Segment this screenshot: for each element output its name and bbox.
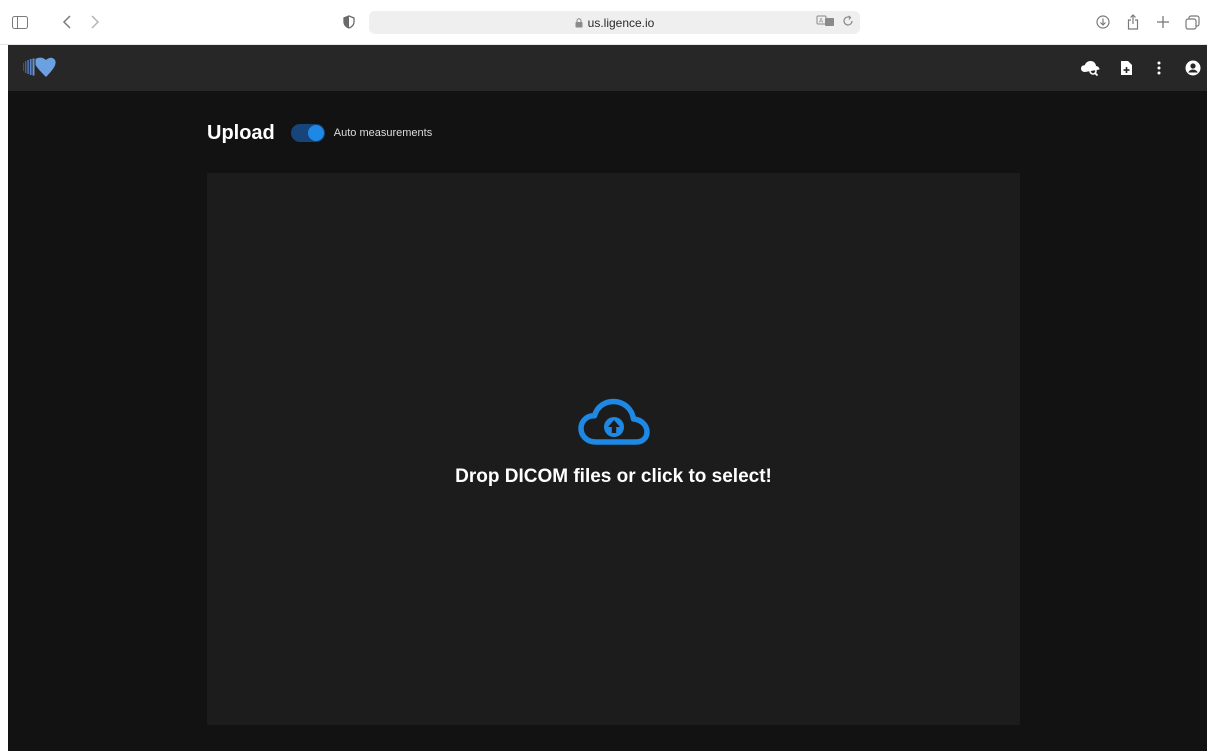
downloads-icon[interactable]: [1094, 10, 1112, 34]
upload-title-row: Upload Auto measurements: [207, 119, 432, 147]
forward-icon[interactable]: [86, 10, 104, 34]
tab-overview-icon[interactable]: [1183, 10, 1201, 34]
more-vertical-icon[interactable]: [1147, 56, 1171, 80]
cloud-upload-icon: [578, 398, 650, 445]
app-window: Upload Auto measurements Drop DICOM file…: [8, 45, 1207, 751]
toggle-knob: [307, 125, 324, 141]
ligence-logo-icon[interactable]: [22, 57, 56, 79]
svg-text:A: A: [819, 18, 824, 25]
add-file-icon[interactable]: [1114, 56, 1138, 80]
lock-icon: [575, 17, 583, 28]
privacy-shield-icon[interactable]: [340, 10, 358, 34]
dropzone-text: Drop DICOM files or click to select!: [455, 466, 772, 487]
browser-toolbar: us.ligence.io A: [0, 0, 1207, 45]
new-tab-icon[interactable]: [1154, 10, 1172, 34]
share-icon[interactable]: [1124, 10, 1142, 34]
dicom-dropzone[interactable]: Drop DICOM files or click to select!: [207, 173, 1020, 725]
page-title: Upload: [207, 121, 275, 144]
translate-icon[interactable]: A: [816, 14, 836, 31]
auto-measurements-toggle[interactable]: [290, 124, 325, 142]
address-bar[interactable]: us.ligence.io A: [369, 11, 860, 34]
account-circle-icon[interactable]: [1181, 56, 1205, 80]
back-icon[interactable]: [58, 10, 76, 34]
cloud-search-icon[interactable]: [1079, 56, 1103, 80]
auto-measurements-label: Auto measurements: [333, 127, 433, 139]
app-header: [8, 45, 1207, 91]
url-text: us.ligence.io: [587, 15, 655, 30]
sidebar-toggle-icon[interactable]: [10, 10, 30, 34]
reload-icon[interactable]: [842, 15, 854, 30]
